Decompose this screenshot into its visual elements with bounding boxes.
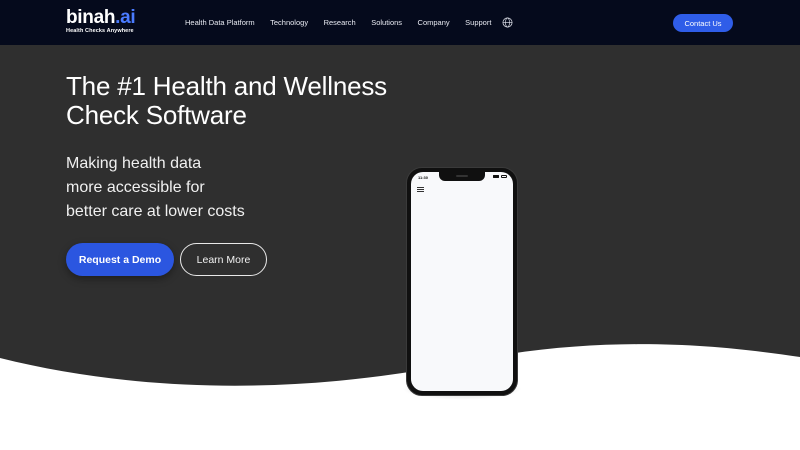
- main-menu: Health Data Platform Technology Research…: [185, 0, 513, 45]
- phone-status-time: 11:30: [418, 175, 429, 180]
- nav-item-solutions[interactable]: Solutions: [371, 18, 402, 27]
- phone-screen: 11:30: [411, 172, 513, 391]
- hero-headline: The #1 Health and Wellness Check Softwar…: [66, 72, 426, 130]
- logo-tagline: Health Checks Anywhere: [66, 28, 134, 34]
- subline-line-2: more accessible for: [66, 179, 205, 196]
- contact-us-button[interactable]: Contact Us: [673, 14, 733, 32]
- battery-icon: [501, 175, 507, 178]
- phone-mockup: 11:30: [406, 167, 518, 396]
- nav-item-research[interactable]: Research: [324, 18, 356, 27]
- logo-name: binah: [66, 7, 116, 28]
- hamburger-menu-icon: [417, 187, 424, 194]
- logo-suffix: .ai: [115, 7, 136, 28]
- nav-item-company[interactable]: Company: [418, 18, 450, 27]
- nav-item-technology[interactable]: Technology: [270, 18, 308, 27]
- signal-icon: [493, 175, 499, 178]
- phone-notch: [439, 172, 485, 181]
- learn-more-button[interactable]: Learn More: [180, 243, 267, 276]
- subline-line-1: Making health data: [66, 155, 202, 172]
- request-demo-button[interactable]: Request a Demo: [66, 243, 174, 276]
- logo-wordmark: binah .ai: [66, 7, 136, 28]
- hero-subheadline: Making health data more accessible for b…: [66, 152, 326, 224]
- subline-line-3: better care at lower costs: [66, 203, 245, 220]
- top-navigation-bar: binah .ai Health Checks Anywhere Health D…: [0, 0, 800, 45]
- globe-icon[interactable]: [502, 17, 513, 28]
- phone-speaker: [456, 175, 468, 177]
- nav-item-support[interactable]: Support: [465, 18, 491, 27]
- headline-line-1: The #1 Health and Wellness: [66, 71, 387, 101]
- binah-logo[interactable]: binah .ai Health Checks Anywhere: [66, 7, 136, 34]
- phone-status-icons: [493, 175, 507, 178]
- nav-item-health-data-platform[interactable]: Health Data Platform: [185, 18, 255, 27]
- headline-line-2: Check Software: [66, 100, 247, 130]
